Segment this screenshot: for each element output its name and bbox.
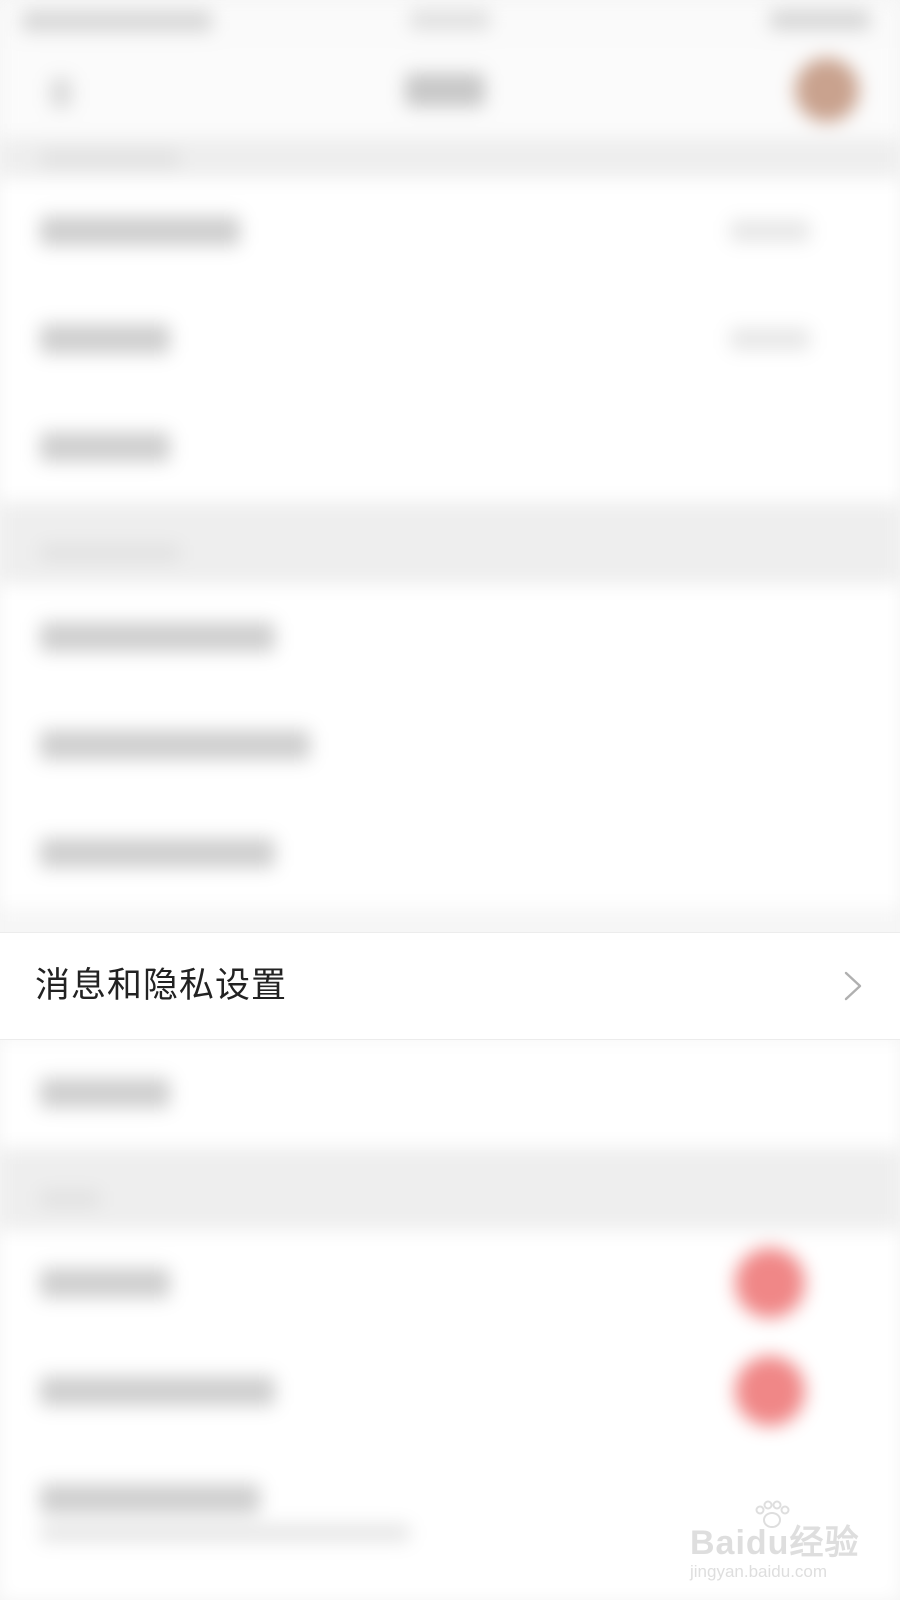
status-icons-blurred	[770, 10, 870, 30]
settings-item-label: 消息和隐私设置	[35, 966, 288, 1006]
settings-screen: 消息和隐私设置 Baidu经验 jingyan.baidu.com	[0, 0, 900, 1600]
nav-bar	[0, 48, 900, 138]
settings-row-blurred[interactable]	[0, 1338, 900, 1446]
badge-dot	[735, 1248, 805, 1318]
blurred-background	[0, 0, 900, 1600]
badge-dot	[735, 1356, 805, 1426]
back-icon[interactable]	[50, 78, 72, 108]
settings-row-blurred[interactable]	[0, 1230, 900, 1338]
status-bar	[0, 0, 900, 48]
settings-row-blurred[interactable]	[0, 800, 900, 908]
group-header	[0, 1148, 900, 1230]
settings-row-blurred[interactable]	[0, 584, 900, 692]
watermark-brand: Baidu经验	[690, 1524, 860, 1562]
group-header	[0, 138, 900, 178]
watermark-url: jingyan.baidu.com	[690, 1562, 828, 1581]
baidu-jingyan-watermark: Baidu经验 jingyan.baidu.com	[690, 1500, 870, 1590]
settings-row-blurred[interactable]	[0, 286, 900, 394]
group-header	[0, 502, 900, 584]
chevron-right-icon	[844, 971, 862, 1001]
settings-row-blurred[interactable]	[0, 178, 900, 286]
settings-item-message-privacy[interactable]: 消息和隐私设置	[0, 932, 900, 1040]
settings-row-blurred[interactable]	[0, 394, 900, 502]
settings-row-blurred[interactable]	[0, 692, 900, 800]
settings-row-blurred[interactable]	[0, 1040, 900, 1148]
avatar[interactable]	[795, 58, 859, 122]
status-center-blurred	[410, 10, 490, 30]
page-title-blurred	[405, 73, 485, 107]
status-time-blurred	[22, 10, 212, 32]
